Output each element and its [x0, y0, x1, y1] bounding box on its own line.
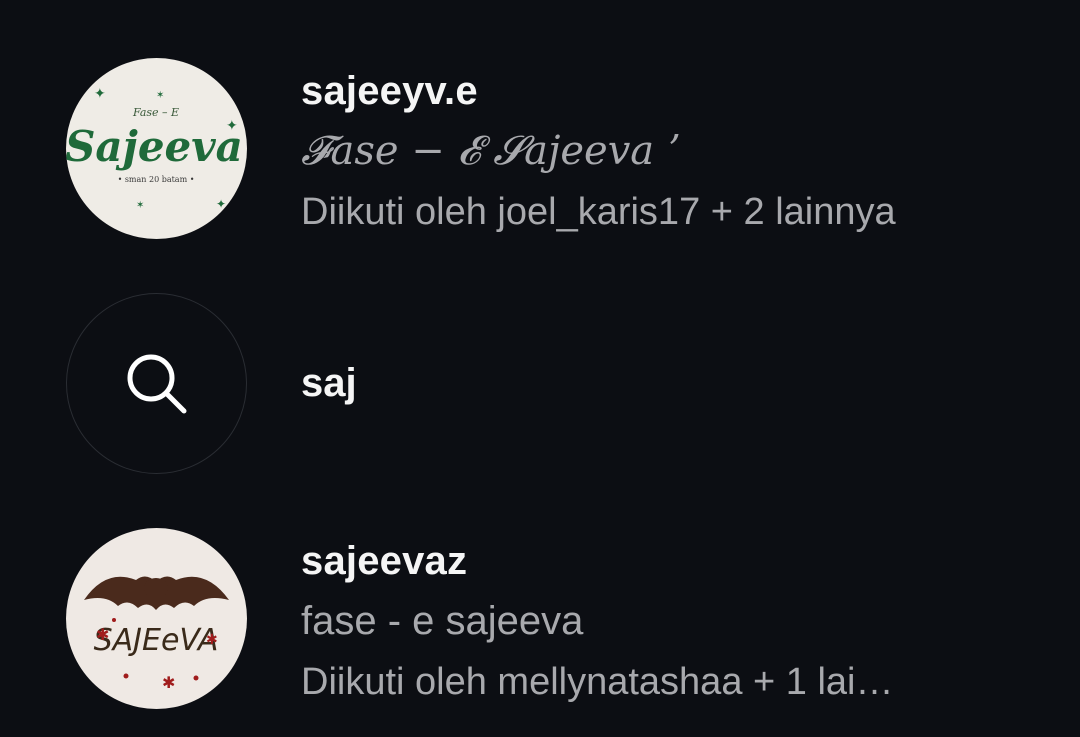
- result-followed-by: Diikuti oleh joel_karis17 + 2 lainnya: [301, 191, 896, 233]
- search-query-row[interactable]: saj: [0, 293, 1080, 474]
- avatar-logo-text: Sajeeva: [66, 122, 243, 171]
- avatar-sajeeyv-e[interactable]: Fase – E Sajeeva • sman 20 batam • ✦ ✦ ✦…: [66, 58, 247, 239]
- search-result-row-sajeevaz[interactable]: SAJEeVA ✱ ✱ ✱ sajeevaz fase - e sajeeva …: [0, 528, 1080, 709]
- search-icon: [127, 354, 186, 413]
- svg-text:✶: ✶: [136, 200, 144, 211]
- search-result-row-sajeeyv-e[interactable]: Fase – E Sajeeva • sman 20 batam • ✦ ✦ ✦…: [0, 58, 1080, 239]
- result-full-name: 𝓕ase − 𝓔 𝓢ajeeva ʼ: [301, 128, 680, 174]
- search-icon-circle: [66, 293, 247, 474]
- avatar-sajeeva-logo: Fase – E Sajeeva • sman 20 batam • ✦ ✦ ✦…: [66, 58, 247, 239]
- svg-text:✦: ✦: [216, 197, 226, 211]
- avatar-logo-subtext: • sman 20 batam •: [118, 175, 195, 184]
- avatar-sajeevaz[interactable]: SAJEeVA ✱ ✱ ✱: [66, 528, 247, 709]
- search-query-text: saj: [301, 361, 357, 405]
- svg-text:✱: ✱: [96, 627, 109, 644]
- result-username: sajeeyv.e: [301, 69, 478, 113]
- avatar-bat-logo: SAJEeVA ✱ ✱ ✱: [66, 528, 247, 709]
- svg-text:✦: ✦: [226, 117, 238, 133]
- svg-text:✱: ✱: [162, 675, 175, 692]
- result-username: sajeevaz: [301, 539, 468, 583]
- svg-text:✦: ✦: [94, 85, 106, 101]
- result-full-name: fase - e sajeeva: [301, 599, 584, 643]
- result-followed-by: Diikuti oleh mellynatashaa + 1 lai…: [301, 661, 894, 703]
- svg-text:Fase – E: Fase – E: [132, 106, 179, 119]
- svg-text:✱: ✱: [206, 631, 218, 647]
- svg-text:✶: ✶: [156, 90, 164, 101]
- avatar-logo-text: SAJEeVA: [94, 623, 219, 658]
